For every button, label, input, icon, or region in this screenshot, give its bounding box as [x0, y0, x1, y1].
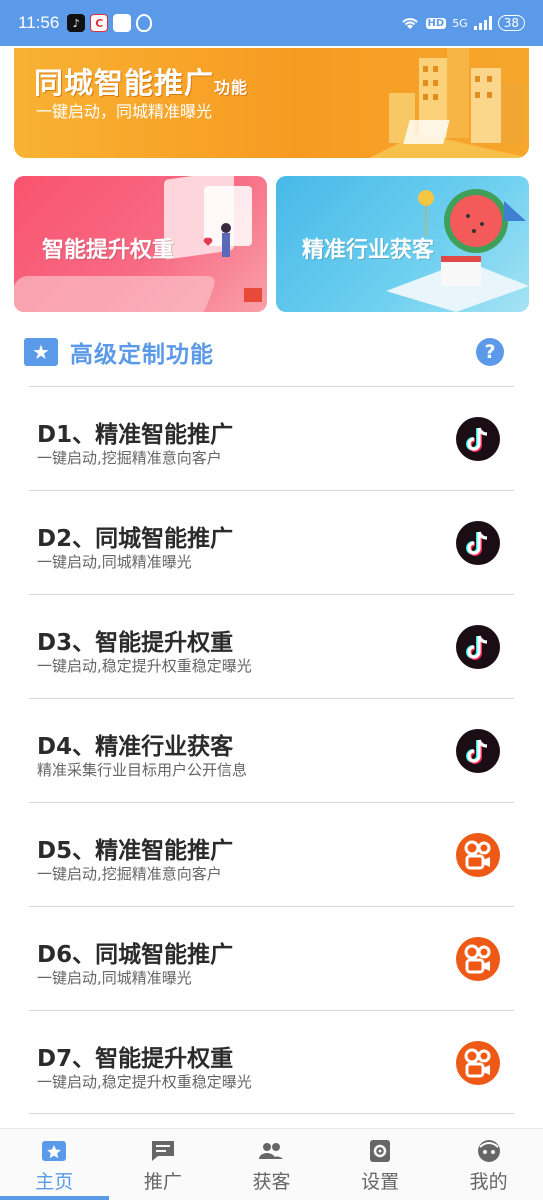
network-type: 5G — [452, 16, 468, 30]
item-title: D5、精准智能推广 — [37, 838, 234, 864]
item-subtitle: 一键启动,稳定提升权重稳定曝光 — [37, 657, 252, 675]
nav-promote[interactable]: 推广 — [109, 1129, 218, 1200]
nav-profile-label: 我的 — [469, 1171, 508, 1193]
item-subtitle: 一键启动,同城精准曝光 — [37, 969, 192, 987]
item-subtitle: 一键启动,挖掘精准意向客户 — [37, 865, 222, 883]
banner-title-suffix: 功能 — [214, 78, 249, 97]
tiktok-icon — [456, 625, 500, 669]
industry-leads-card-label: 精准行业获客 — [302, 238, 435, 263]
banner-title-main: 同城智能推广 — [34, 66, 215, 100]
feature-list: D1、精准智能推广 一键启动,挖掘精准意向客户 D2、同城智能推广 一键启动,同… — [29, 386, 514, 1114]
list-item[interactable]: D3、智能提升权重 一键启动,稳定提升权重稳定曝光 — [29, 594, 514, 698]
help-icon[interactable]: ? — [476, 338, 504, 366]
list-item[interactable]: D2、同城智能推广 一键启动,同城精准曝光 — [29, 490, 514, 594]
nav-leads[interactable]: 获客 — [217, 1129, 326, 1200]
nav-promote-label: 推广 — [143, 1171, 182, 1193]
list-item[interactable]: D7、智能提升权重 一键启动,稳定提升权重稳定曝光 — [29, 1010, 514, 1114]
tiktok-icon — [456, 417, 500, 461]
nav-profile[interactable]: 我的 — [434, 1129, 543, 1200]
list-item[interactable]: D6、同城智能推广 一键启动,同城精准曝光 — [29, 906, 514, 1010]
c-app-notification-icon: C — [90, 14, 109, 32]
item-subtitle: 精准采集行业目标用户公开信息 — [37, 761, 248, 779]
status-notification-icons: ♪ C — [67, 14, 153, 32]
star-ticket-icon — [42, 1141, 67, 1161]
banner-subtitle: 一键启动，同城精准曝光 — [36, 102, 213, 121]
boost-weight-card[interactable]: 智能提升权重 — [14, 176, 267, 312]
status-time: 11:56 — [18, 13, 60, 32]
bottom-navigation: 主页 推广 获客 设置 我的 — [0, 1128, 543, 1200]
city-promotion-banner[interactable]: 同城智能推广功能 一键启动，同城精准曝光 — [14, 48, 529, 158]
status-indicators: HD 5G 38 — [400, 15, 525, 31]
tiktok-icon — [456, 729, 500, 773]
industry-leads-card[interactable]: 精准行业获客 — [276, 176, 529, 312]
tiktok-notification-icon: ♪ — [67, 14, 86, 32]
shield-icon — [136, 14, 153, 32]
kuaishou-icon — [456, 937, 500, 981]
nav-home-label: 主页 — [35, 1171, 74, 1193]
feature-cards: 智能提升权重 精准行业获客 — [14, 176, 529, 312]
gear-icon — [370, 1140, 391, 1162]
banner-title: 同城智能推广功能 — [34, 60, 248, 102]
star-ticket-icon: ★ — [24, 338, 58, 366]
item-title: D7、智能提升权重 — [37, 1046, 234, 1072]
status-bar: 11:56 ♪ C HD 5G 38 — [0, 0, 543, 46]
signal-icon — [473, 16, 492, 30]
item-subtitle: 一键启动,稳定提升权重稳定曝光 — [37, 1073, 252, 1091]
list-item[interactable]: D1、精准智能推广 一键启动,挖掘精准意向客户 — [29, 386, 514, 490]
wifi-icon — [401, 18, 418, 29]
item-title: D6、同城智能推广 — [37, 942, 234, 968]
blank-app-notification-icon — [113, 14, 132, 32]
nav-leads-label: 获客 — [252, 1171, 291, 1193]
list-item[interactable]: D5、精准智能推广 一键启动,挖掘精准意向客户 — [29, 802, 514, 906]
boost-weight-card-label: 智能提升权重 — [42, 238, 175, 263]
people-icon — [259, 1143, 284, 1159]
list-item[interactable]: D4、精准行业获客 精准采集行业目标用户公开信息 — [29, 698, 514, 802]
kuaishou-icon — [456, 1041, 500, 1085]
item-title: D2、同城智能推广 — [37, 526, 234, 552]
hd-label: HD — [425, 17, 447, 29]
item-subtitle: 一键启动,挖掘精准意向客户 — [37, 449, 222, 467]
nav-home[interactable]: 主页 — [0, 1129, 109, 1200]
section-header: ★ 高级定制功能 ? — [24, 334, 514, 370]
battery-indicator: 38 — [497, 15, 525, 31]
chat-icon — [151, 1141, 174, 1161]
item-subtitle: 一键启动,同城精准曝光 — [37, 553, 192, 571]
nav-settings-label: 设置 — [361, 1171, 400, 1193]
face-icon — [477, 1140, 500, 1162]
tiktok-icon — [456, 521, 500, 565]
item-title: D4、精准行业获客 — [37, 734, 234, 760]
city-buildings-illustration — [369, 48, 529, 158]
item-title: D3、智能提升权重 — [37, 630, 234, 656]
item-title: D1、精准智能推广 — [37, 422, 234, 448]
nav-settings[interactable]: 设置 — [326, 1129, 435, 1200]
active-tab-indicator — [0, 1196, 109, 1200]
kuaishou-icon — [456, 833, 500, 877]
section-title: 高级定制功能 — [70, 342, 214, 368]
